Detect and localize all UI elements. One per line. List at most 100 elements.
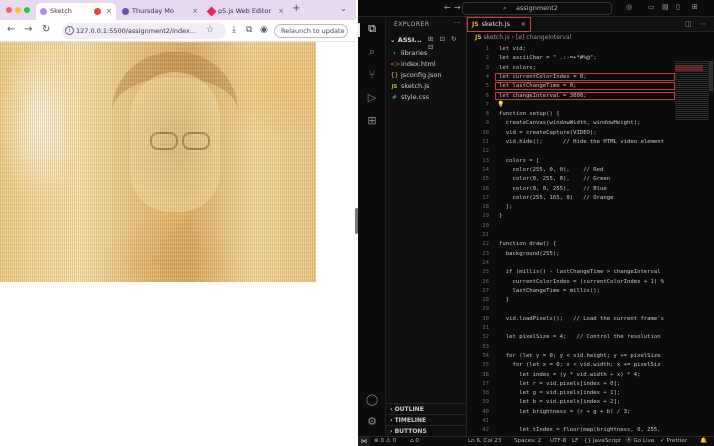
browser-tab-sketch[interactable]: Sketch × [36, 3, 116, 20]
code-line[interactable]: let asciiChar = " .:-=+*#%@"; [499, 55, 597, 61]
timeline-section[interactable]: › TIMELINE [386, 414, 467, 425]
line-number: 20 [482, 222, 489, 229]
code-line[interactable]: vid.hide(); // Hide the HTML video eleme… [499, 139, 664, 145]
editor-scrollbar[interactable] [709, 61, 713, 91]
source-control-icon[interactable]: ⑂ [364, 68, 380, 81]
code-line[interactable]: createCanvas(windowWidth, windowHeight); [499, 120, 641, 126]
editor-more-icon[interactable]: ⋯ [699, 20, 706, 28]
browser-tab-p5js[interactable]: p5.js Web Editor × [204, 3, 288, 20]
code-line[interactable]: lastChangeTime = millis(); [499, 288, 600, 294]
file-item-sketch-js[interactable]: JS sketch.js [386, 81, 467, 92]
reload-button[interactable]: ↻ [42, 24, 50, 35]
code-line[interactable]: let g = vid.pixels[index + 1]; [499, 390, 620, 396]
code-line[interactable]: color(255, 0, 0), // Red [499, 167, 603, 173]
code-line[interactable]: let colors; [499, 65, 536, 71]
file-item-libraries[interactable]: › libraries [386, 48, 467, 59]
relaunch-update-button[interactable]: Relaunch to update [274, 24, 348, 38]
outline-section[interactable]: › OUTLINE [386, 403, 467, 414]
code-line[interactable]: function draw() { [499, 241, 556, 247]
indentation-status[interactable]: Spaces: 2 [514, 437, 541, 446]
account-icon[interactable]: ◯ [364, 393, 380, 406]
relaunch-label: Relaunch to update [281, 27, 345, 35]
close-window-icon[interactable] [6, 7, 12, 13]
site-info-icon[interactable]: i [65, 26, 74, 35]
code-line[interactable]: let r = vid.pixels[index + 0]; [499, 381, 620, 387]
run-debug-icon[interactable]: ▷ [364, 91, 380, 104]
code-line[interactable]: let vid; [499, 46, 526, 52]
url-text: 127.0.0.1:5500/assignment2/index... [76, 27, 197, 35]
code-line[interactable]: let b = vid.pixels[index + 2]; [499, 399, 620, 405]
code-line[interactable]: let index = (y * vid.width + x) * 4; [499, 372, 640, 378]
file-item-jsconfig[interactable]: {} jsconfig.json [386, 70, 467, 81]
code-line[interactable]: function setup() { [499, 111, 560, 117]
ports-indicator[interactable]: ⌂ 0 [410, 437, 419, 446]
minimize-window-icon[interactable] [15, 7, 21, 13]
go-live-button[interactable]: ⦿ Go Live [626, 437, 654, 446]
customize-layout-icon[interactable]: ⊞ [692, 3, 698, 11]
breadcrumb[interactable]: JS sketch.js › [ø] changeInterval [475, 34, 571, 41]
code-line[interactable]: vid.loadPixels(); // Load the current fr… [499, 316, 664, 322]
code-line[interactable]: } [499, 297, 509, 303]
code-line[interactable]: } [499, 213, 502, 219]
browser-tab-thursday[interactable]: Thursday Mo × [118, 3, 202, 20]
prettier-status[interactable]: ✓ Prettier [660, 437, 687, 446]
extensions-icon[interactable]: ⊞ [364, 114, 380, 127]
code-editor: JS sketch.js × ◫ ⋯ JS sketch.js › [ø] cha… [467, 17, 714, 436]
code-line[interactable]: let pixelSize = 4; // Control the resolu… [499, 334, 661, 340]
code-line[interactable]: color(0, 255, 0), // Green [499, 176, 610, 182]
line-number: 34 [482, 352, 489, 359]
settings-gear-icon[interactable]: ⚙ [364, 415, 380, 428]
buttons-section[interactable]: › BUTTONS [386, 425, 467, 436]
file-item-style-css[interactable]: # style.css [386, 92, 467, 103]
code-line[interactable]: color(0, 0, 255), // Blue [499, 186, 606, 192]
remote-indicator-icon[interactable]: ⋈ [358, 437, 370, 446]
language-mode[interactable]: {} JavaScript [584, 437, 621, 446]
explorer-more-icon[interactable]: ··· [454, 19, 461, 27]
extensions-icon[interactable]: ⧉ [246, 25, 252, 35]
close-tab-icon[interactable]: × [192, 3, 198, 20]
code-line[interactable]: background(255); [499, 251, 560, 257]
code-line[interactable]: color(255, 165, 0) // Orange [499, 195, 613, 201]
explorer-icon[interactable]: ⧉ [364, 22, 380, 36]
file-item-index-html[interactable]: <>index.html [386, 59, 467, 70]
nav-back-icon[interactable]: ← [444, 3, 451, 12]
tab-search-chevron-icon[interactable]: ⌄ [340, 4, 347, 13]
code-line[interactable]: ]; [499, 204, 513, 210]
nav-forward-icon[interactable]: → [454, 3, 461, 12]
line-number: 25 [482, 269, 489, 276]
maximize-window-icon[interactable] [24, 7, 30, 13]
code-line[interactable]: for (let x = 0; x < vid.width; x += pixe… [499, 362, 660, 368]
code-line[interactable]: let brightness = (r + g + b) / 3; [499, 409, 630, 415]
copilot-icon[interactable]: ◎ [626, 3, 632, 11]
notifications-bell-icon[interactable]: 🔔 [700, 437, 707, 446]
profile-icon[interactable]: ◉ [260, 25, 268, 35]
code-line[interactable]: let tIndex = floor(map(brightness, 0, 25… [499, 427, 660, 433]
search-icon[interactable]: ⌕ [364, 45, 380, 59]
toggle-secondary-sidebar-icon[interactable]: ▯ [676, 3, 680, 11]
close-tab-icon[interactable]: × [278, 3, 284, 20]
back-button[interactable]: ← [7, 24, 15, 35]
cursor-position[interactable]: Ln 6, Col 23 [468, 437, 501, 446]
new-tab-button[interactable]: + [292, 3, 300, 14]
encoding-status[interactable]: UTF-8 [550, 437, 566, 446]
toggle-sidebar-icon[interactable]: ▭ [648, 3, 655, 11]
code-line[interactable]: for (let y = 0; y < vid.height; y += pix… [499, 353, 661, 359]
toggle-panel-icon[interactable]: ▤ [662, 3, 669, 11]
address-bar[interactable]: i 127.0.0.1:5500/assignment2/index... [62, 23, 226, 39]
problems-indicator[interactable]: ⊗ 0 ⚠ 0 [374, 437, 396, 446]
code-line[interactable]: colors = [ [499, 158, 540, 164]
lightbulb-icon[interactable]: 💡 [497, 101, 504, 108]
bookmark-star-icon[interactable]: ☆ [206, 25, 214, 35]
close-tab-icon[interactable]: × [106, 3, 112, 20]
ascii-video-canvas[interactable] [0, 42, 316, 282]
split-editor-icon[interactable]: ◫ [685, 20, 692, 28]
close-editor-icon[interactable]: × [521, 18, 526, 31]
forward-button[interactable]: → [24, 24, 32, 35]
code-line[interactable]: vid = createCapture(VIDEO); [499, 130, 597, 136]
command-center-search[interactable]: ⌕ assignment2 [462, 2, 612, 15]
code-line[interactable]: currentColorIndex = (currentColorIndex +… [499, 279, 664, 285]
eol-status[interactable]: LF [572, 437, 578, 446]
download-icon[interactable]: ⤓ [232, 25, 236, 35]
editor-tab-sketch-js[interactable]: JS sketch.js × [467, 17, 531, 32]
code-line[interactable]: if (millis() - lastChangeTime > changeIn… [499, 269, 661, 275]
